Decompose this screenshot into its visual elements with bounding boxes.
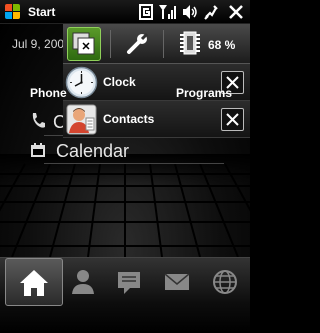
- task-label: Contacts: [103, 112, 155, 126]
- signal-strength-icon: [159, 5, 176, 19]
- volume-icon[interactable]: [182, 4, 198, 20]
- toolbar-separator: [110, 30, 111, 58]
- battery-charging-icon: [204, 5, 218, 20]
- windows-start-icon[interactable]: [5, 4, 21, 20]
- close-task-button[interactable]: [221, 108, 244, 131]
- task-manager-toolbar: 68 %: [63, 24, 250, 64]
- tab-home[interactable]: [5, 258, 63, 306]
- settings-button[interactable]: [121, 27, 155, 61]
- clock-icon: [65, 66, 98, 99]
- task-label: Clock: [103, 75, 136, 89]
- memory-button[interactable]: [175, 27, 205, 61]
- globe-icon: [213, 270, 237, 294]
- calendar-label[interactable]: Calendar: [56, 141, 129, 162]
- status-bar: Start: [0, 0, 250, 24]
- home-icon: [20, 270, 48, 296]
- close-icon[interactable]: [228, 4, 244, 20]
- battery-percent: 68 %: [208, 38, 236, 52]
- tab-email[interactable]: [152, 258, 202, 306]
- calendar-icon: [31, 143, 45, 157]
- running-tasks-list: Clock Contacts: [63, 64, 250, 138]
- contacts-icon: [66, 104, 97, 135]
- bottom-tab-bar: [0, 257, 250, 333]
- programs-softkey[interactable]: Programs: [176, 86, 232, 100]
- tab-messages[interactable]: [104, 258, 154, 306]
- task-switch-icon: [72, 32, 95, 55]
- tab-internet[interactable]: [200, 258, 250, 306]
- phone-softkey[interactable]: Phone: [30, 86, 67, 100]
- divider: [44, 163, 224, 164]
- data-connection-icon: [139, 4, 153, 20]
- date-display: Jul 9, 200: [12, 37, 65, 51]
- task-item-contacts[interactable]: Contacts: [63, 101, 250, 138]
- memory-chip-icon: [180, 31, 200, 55]
- envelope-icon: [164, 273, 190, 290]
- wrench-icon: [127, 32, 149, 54]
- phone-contact-icon: [32, 113, 45, 128]
- tab-people[interactable]: [58, 258, 108, 306]
- person-icon: [72, 270, 94, 294]
- close-icon: [226, 113, 239, 126]
- task-switch-button[interactable]: [67, 27, 101, 61]
- start-title[interactable]: Start: [28, 5, 55, 19]
- toolbar-separator: [163, 30, 164, 58]
- message-icon: [118, 272, 140, 294]
